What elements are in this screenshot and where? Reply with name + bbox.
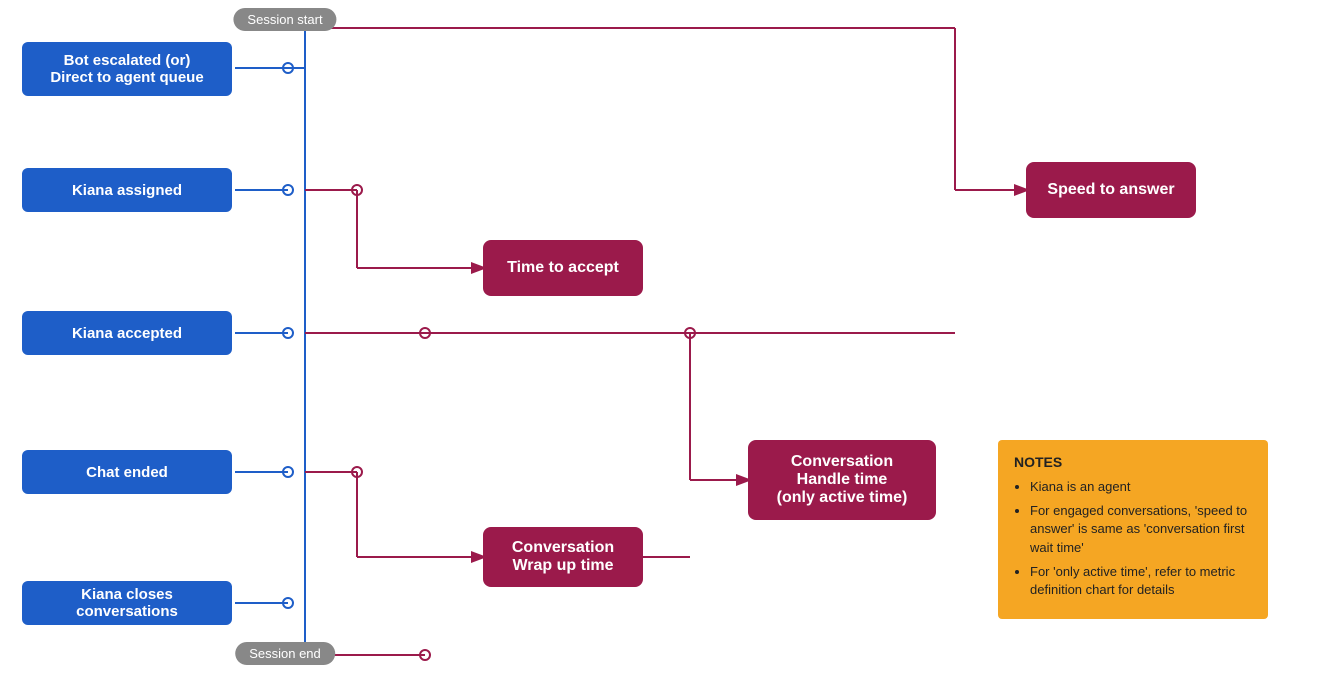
session-start-label: Session start <box>233 8 336 31</box>
event-box-kiana-closes: Kiana closes conversations <box>22 581 232 625</box>
notes-item-1: Kiana is an agent <box>1030 478 1252 496</box>
event-box-bot-escalated: Bot escalated (or) Direct to agent queue <box>22 42 232 96</box>
notes-title: NOTES <box>1014 454 1252 470</box>
event-box-kiana-assigned: Kiana assigned <box>22 168 232 212</box>
notes-box: NOTES Kiana is an agent For engaged conv… <box>998 440 1268 619</box>
diagram-container: Session start Session end Bot escalated … <box>0 0 1343 681</box>
process-box-time-to-accept: Time to accept <box>483 240 643 296</box>
event-box-kiana-accepted: Kiana accepted <box>22 311 232 355</box>
notes-item-2: For engaged conversations, 'speed to ans… <box>1030 502 1252 557</box>
process-box-speed-to-answer: Speed to answer <box>1026 162 1196 218</box>
session-end-label: Session end <box>235 642 335 665</box>
event-box-chat-ended: Chat ended <box>22 450 232 494</box>
notes-list: Kiana is an agent For engaged conversati… <box>1014 478 1252 599</box>
process-box-conv-wrap-up: Conversation Wrap up time <box>483 527 643 587</box>
process-box-conv-handle-time: Conversation Handle time (only active ti… <box>748 440 936 520</box>
notes-item-3: For 'only active time', refer to metric … <box>1030 563 1252 599</box>
